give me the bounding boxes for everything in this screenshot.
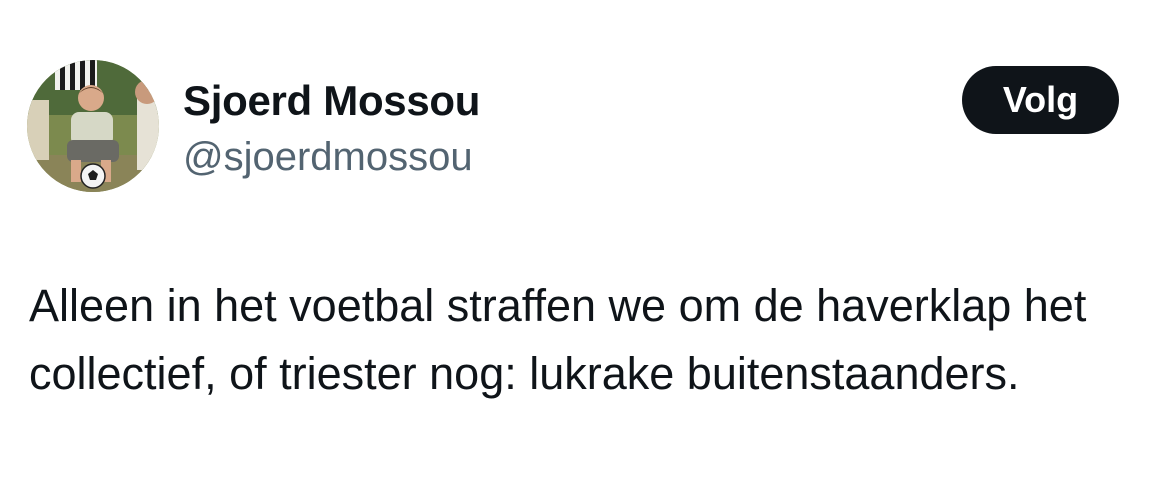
- tweet-card: Sjoerd Mossou @sjoerdmossou Volg Alleen …: [0, 0, 1170, 480]
- follow-button[interactable]: Volg: [962, 66, 1119, 134]
- tweet-text: Alleen in het voetbal straffen we om de …: [29, 280, 1087, 399]
- author-handle[interactable]: @sjoerdmossou: [183, 133, 473, 181]
- avatar[interactable]: [27, 60, 159, 192]
- author-display-name[interactable]: Sjoerd Mossou: [183, 76, 480, 126]
- avatar-photo-icon: [27, 60, 159, 192]
